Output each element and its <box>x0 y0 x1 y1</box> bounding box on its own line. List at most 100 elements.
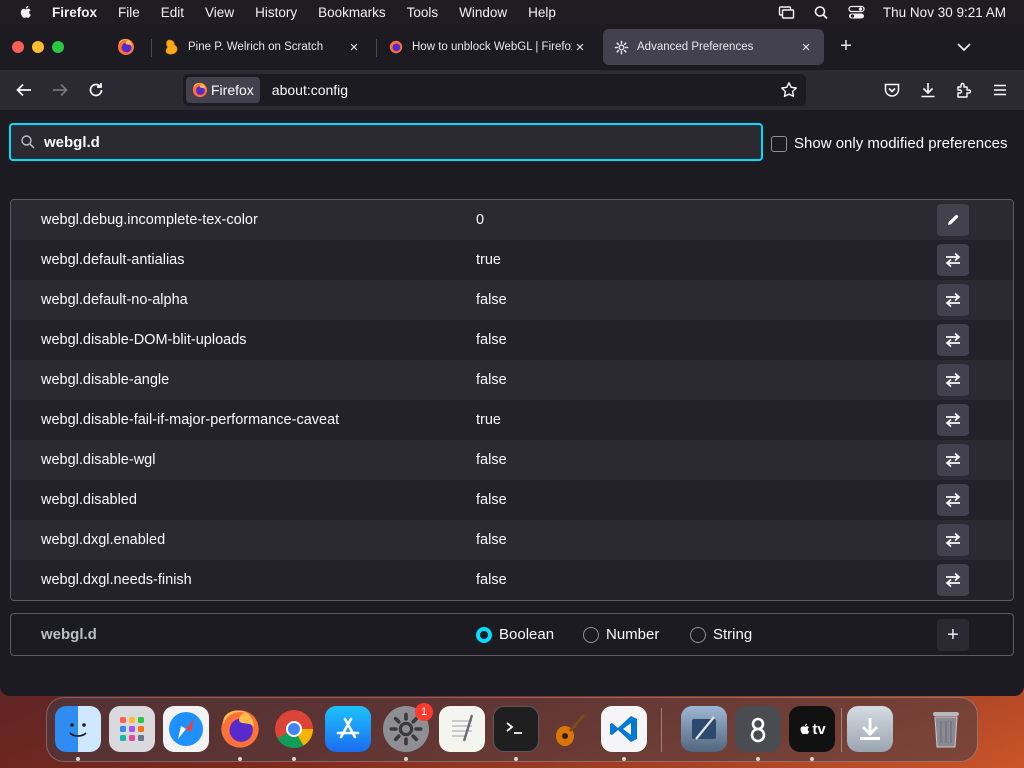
menu-file[interactable]: File <box>118 5 140 20</box>
toggle-preference-button[interactable] <box>937 404 969 436</box>
new-tab-button[interactable]: + <box>836 36 856 56</box>
menu-firefox[interactable]: Firefox <box>52 5 97 20</box>
radio-button[interactable] <box>583 626 599 643</box>
chrome-icon[interactable] <box>271 706 317 752</box>
tab-close-icon[interactable]: × <box>572 39 588 56</box>
tab-close-icon[interactable]: × <box>798 39 814 56</box>
reload-icon <box>89 83 103 97</box>
list-all-tabs-button[interactable] <box>954 38 974 56</box>
extensions-button[interactable] <box>952 78 976 102</box>
launchpad-icon[interactable] <box>109 706 155 752</box>
tab-close-icon[interactable]: × <box>346 39 362 56</box>
spotlight-search-icon[interactable] <box>813 5 830 20</box>
preference-row: webgl.disable-fail-if-major-performance-… <box>11 400 1013 440</box>
tab-scratch[interactable]: Pine P. Welrich on Scratch × <box>154 29 372 65</box>
about-config-page: Show only modified preferences webgl.deb… <box>0 110 1024 696</box>
system-settings-gear-icon[interactable]: 1 <box>383 703 433 752</box>
hamburger-menu-icon <box>994 84 1006 96</box>
window-close-button[interactable] <box>12 41 24 53</box>
toggle-preference-button[interactable] <box>937 244 969 276</box>
app-menu-button[interactable] <box>988 78 1012 102</box>
toggle-arrows-icon <box>945 572 961 588</box>
add-preference-button[interactable]: + <box>937 619 969 651</box>
toggle-preference-button[interactable] <box>937 324 969 356</box>
preference-value: false <box>476 292 507 308</box>
radio-button[interactable] <box>690 626 706 643</box>
scratch-favicon-icon <box>164 39 180 55</box>
running-indicator <box>810 757 814 761</box>
textedit-icon[interactable] <box>439 706 485 752</box>
toggle-preference-button[interactable] <box>937 444 969 476</box>
show-modified-label[interactable]: Show only modified preferences <box>794 135 1007 152</box>
reload-button[interactable] <box>84 78 108 102</box>
menu-view[interactable]: View <box>205 5 234 20</box>
radio-label[interactable]: String <box>713 626 752 643</box>
arrow-right-icon <box>53 83 68 97</box>
tab-strip: Pine P. Welrich on Scratch × How to unbl… <box>0 24 1024 70</box>
tab-title: Advanced Preferences <box>637 41 754 53</box>
running-indicator <box>238 757 242 761</box>
show-modified-checkbox[interactable]: Show only modified preferences <box>771 135 1007 152</box>
terminal-icon[interactable] <box>493 706 539 752</box>
toggle-preference-button[interactable] <box>937 484 969 516</box>
identity-box[interactable]: Firefox <box>186 77 260 103</box>
pocket-button[interactable] <box>880 78 904 102</box>
trash-icon[interactable] <box>923 706 969 752</box>
pocket-icon <box>884 83 900 97</box>
arrow-left-icon <box>16 83 31 97</box>
scratch-app-icon[interactable] <box>735 706 781 752</box>
garageband-guitar-icon[interactable] <box>547 706 593 752</box>
menu-history[interactable]: History <box>255 5 297 20</box>
url-bar[interactable]: Firefox about:config <box>183 74 806 106</box>
downloads-folder-icon[interactable] <box>847 706 893 752</box>
pinned-tab-firefox[interactable] <box>108 31 144 63</box>
toggle-preference-button[interactable] <box>937 524 969 556</box>
screen-mirroring-icon[interactable] <box>778 5 795 20</box>
menu-tools[interactable]: Tools <box>407 5 439 20</box>
preference-value: false <box>476 452 507 468</box>
vscode-icon[interactable] <box>601 706 647 752</box>
safari-compass-icon[interactable] <box>163 706 209 752</box>
menu-window[interactable]: Window <box>459 5 507 20</box>
menu-edit[interactable]: Edit <box>161 5 184 20</box>
forward-button[interactable] <box>48 78 72 102</box>
radio-number[interactable]: Number <box>583 626 659 643</box>
preference-name: webgl.disable-wgl <box>41 452 156 468</box>
url-text[interactable]: about:config <box>272 82 348 98</box>
radio-string[interactable]: String <box>690 626 752 643</box>
preference-search-input[interactable] <box>44 133 734 151</box>
radio-label[interactable]: Number <box>606 626 659 643</box>
back-button[interactable] <box>12 78 36 102</box>
toggle-preference-button[interactable] <box>937 364 969 396</box>
apple-tv-icon[interactable]: tv <box>789 706 835 752</box>
apple-logo-icon[interactable] <box>18 4 34 20</box>
preference-name: webgl.default-antialias <box>41 252 185 268</box>
preference-row: webgl.disable-angle false <box>11 360 1013 400</box>
checkbox[interactable] <box>771 135 787 152</box>
menubar-clock[interactable]: Thu Nov 30 9:21 AM <box>883 5 1006 20</box>
radio-label[interactable]: Boolean <box>499 626 554 643</box>
finder-icon[interactable] <box>55 706 101 752</box>
apple-logo-icon <box>800 723 810 735</box>
toggle-arrows-icon <box>945 452 961 468</box>
control-center-icon[interactable] <box>848 5 865 20</box>
tab-unblock-webgl[interactable]: How to unblock WebGL | Firefox × <box>378 29 598 65</box>
identity-label: Firefox <box>211 82 254 98</box>
preference-value: true <box>476 252 501 268</box>
bookmark-star-icon[interactable] <box>780 81 798 99</box>
preference-search-box[interactable] <box>9 123 763 161</box>
firefox-dock-icon[interactable] <box>217 706 263 752</box>
edit-preference-button[interactable] <box>937 204 969 236</box>
radio-boolean[interactable]: Boolean <box>476 626 554 643</box>
tab-advanced-preferences[interactable]: Advanced Preferences × <box>603 29 824 65</box>
menu-bookmarks[interactable]: Bookmarks <box>318 5 386 20</box>
menu-help[interactable]: Help <box>528 5 556 20</box>
preview-icon[interactable] <box>681 706 727 752</box>
downloads-button[interactable] <box>916 78 940 102</box>
window-minimize-button[interactable] <box>32 41 44 53</box>
radio-button[interactable] <box>476 626 492 643</box>
toggle-preference-button[interactable] <box>937 564 969 596</box>
toggle-preference-button[interactable] <box>937 284 969 316</box>
window-zoom-button[interactable] <box>52 41 64 53</box>
app-store-icon[interactable] <box>325 706 371 752</box>
